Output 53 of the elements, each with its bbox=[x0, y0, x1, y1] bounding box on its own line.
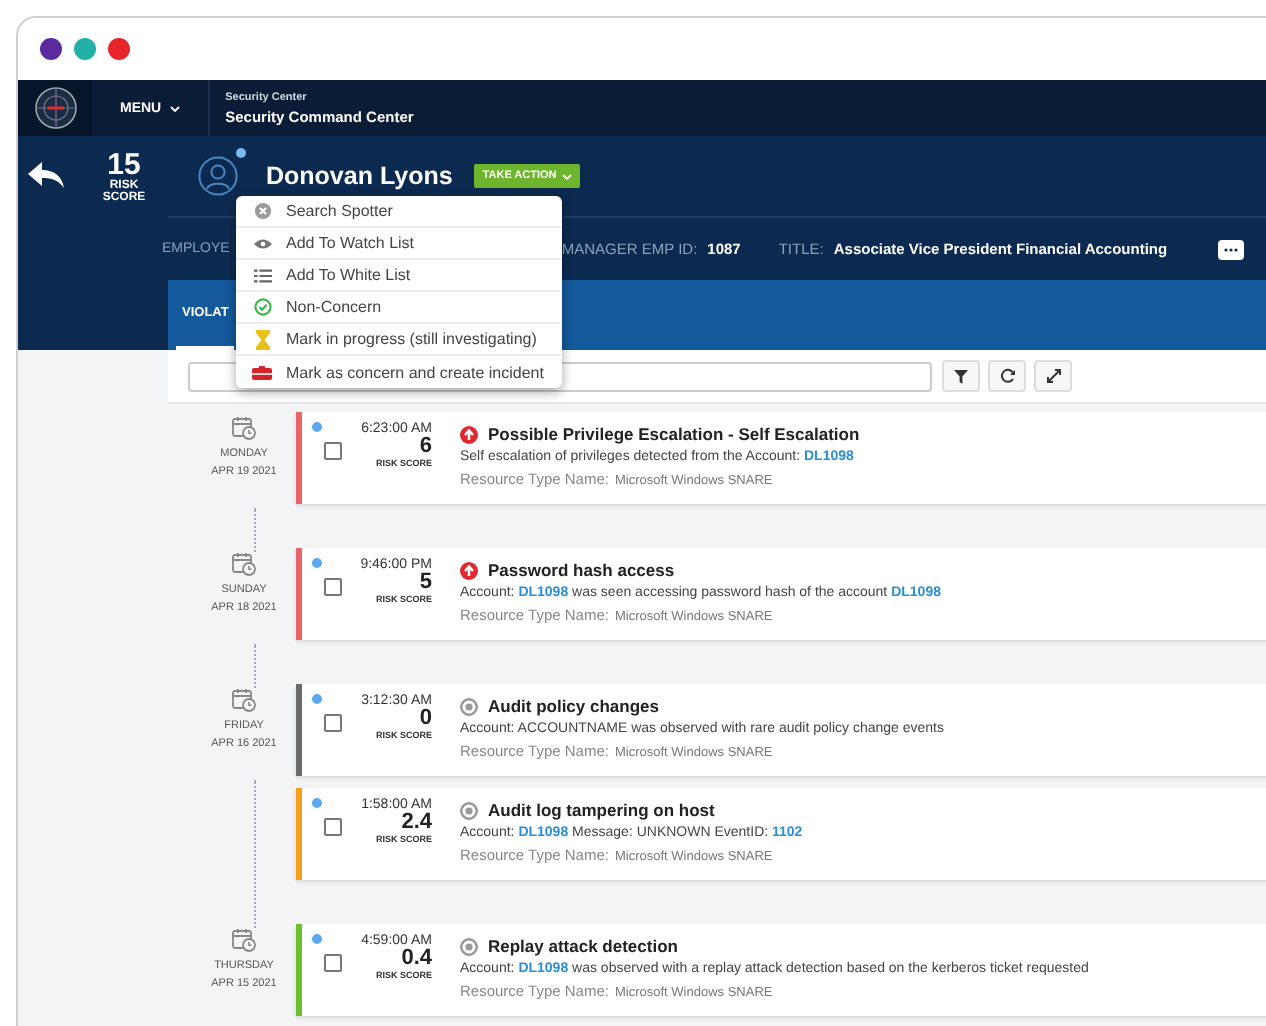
checkbox[interactable] bbox=[324, 954, 342, 972]
risk-score: 5 bbox=[417, 572, 432, 594]
risk-score: 0.4 bbox=[399, 948, 432, 970]
checkbox[interactable] bbox=[324, 714, 342, 732]
checkbox[interactable] bbox=[324, 578, 342, 596]
menu-item[interactable]: Mark in progress (still investigating) bbox=[236, 324, 562, 356]
more-button[interactable] bbox=[1217, 239, 1244, 259]
event-title: Replay attack detection bbox=[488, 936, 678, 956]
calendar-clock-icon bbox=[232, 416, 256, 440]
info-circle-icon bbox=[460, 697, 478, 715]
calendar-clock-icon bbox=[232, 688, 256, 712]
user-avatar-icon bbox=[198, 156, 238, 196]
close-circle-icon bbox=[253, 202, 271, 220]
menu-item[interactable]: Search Spotter bbox=[236, 196, 562, 228]
menu-item[interactable]: Non-Concern bbox=[236, 292, 562, 324]
event-title: Possible Privilege Escalation - Self Escalation bbox=[488, 424, 860, 444]
info-circle-icon bbox=[460, 801, 478, 819]
alert-icon bbox=[460, 425, 478, 443]
checkbox[interactable] bbox=[324, 818, 342, 836]
refresh-button[interactable] bbox=[988, 360, 1026, 392]
calendar-clock-icon bbox=[232, 552, 256, 576]
expand-icon bbox=[1045, 368, 1061, 384]
info-circle-icon bbox=[460, 937, 478, 955]
risk-score: 2.4 bbox=[399, 812, 432, 834]
alert-icon bbox=[460, 561, 478, 579]
list-icon bbox=[253, 267, 271, 283]
back-arrow-icon[interactable] bbox=[28, 162, 64, 190]
briefcase-icon bbox=[252, 365, 272, 379]
risk-score: 6 bbox=[417, 436, 432, 458]
event-title: Audit policy changes bbox=[488, 696, 659, 716]
window-dot[interactable] bbox=[74, 38, 96, 60]
chevron-down-icon bbox=[562, 173, 573, 179]
window-dot[interactable] bbox=[108, 38, 130, 60]
risk-score-value: 15 bbox=[105, 149, 143, 179]
chevron-down-icon bbox=[169, 105, 180, 111]
menu-item[interactable]: Mark as concern and create incident bbox=[236, 356, 562, 388]
filter-icon bbox=[954, 369, 968, 383]
check-circle-icon bbox=[253, 298, 271, 316]
menu-item[interactable]: Add To White List bbox=[236, 260, 562, 292]
event-title: Password hash access bbox=[488, 560, 675, 580]
risk-score: 0 bbox=[417, 708, 432, 730]
crosshair-logo-icon bbox=[33, 86, 77, 130]
checkbox[interactable] bbox=[324, 442, 342, 460]
menu-item[interactable]: Add To Watch List bbox=[236, 228, 562, 260]
hourglass-icon bbox=[255, 329, 269, 349]
calendar-clock-icon bbox=[232, 928, 256, 952]
filter-button[interactable] bbox=[942, 360, 980, 392]
eye-icon bbox=[253, 237, 271, 249]
window-dot[interactable] bbox=[40, 38, 62, 60]
event-title: Audit log tampering on host bbox=[488, 800, 715, 820]
expand-button[interactable] bbox=[1034, 360, 1072, 392]
employee-name: Donovan Lyons bbox=[266, 162, 453, 190]
refresh-icon bbox=[999, 368, 1015, 384]
